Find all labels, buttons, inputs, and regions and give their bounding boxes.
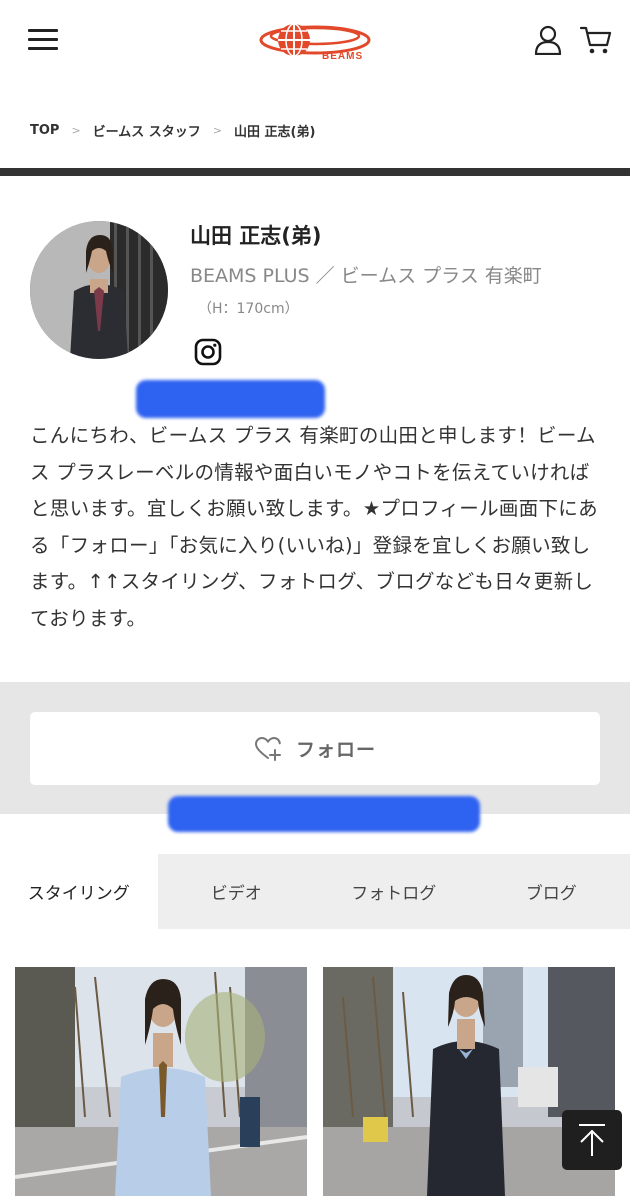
breadcrumb-staff[interactable]: ビームス スタッフ bbox=[93, 121, 201, 140]
user-icon[interactable] bbox=[533, 25, 563, 55]
breadcrumb: TOP > ビームス スタッフ > 山田 正志(弟) bbox=[30, 121, 315, 140]
hamburger-menu-icon[interactable] bbox=[28, 28, 58, 52]
follow-button[interactable]: フォロー bbox=[30, 712, 600, 785]
staff-shop: BEAMS PLUS ／ ビームス プラス 有楽町 bbox=[190, 265, 542, 287]
tab-photolog[interactable]: フォトログ bbox=[315, 854, 473, 929]
scroll-to-top-button[interactable] bbox=[562, 1110, 622, 1170]
staff-bio: こんにちわ、ビームス プラス 有楽町の山田と申します！ビームス プラスレーベルの… bbox=[30, 424, 598, 630]
breadcrumb-current: 山田 正志(弟) bbox=[234, 125, 316, 140]
section-divider bbox=[0, 168, 630, 176]
tab-blog[interactable]: ブログ bbox=[473, 854, 630, 929]
tab-video[interactable]: ビデオ bbox=[158, 854, 316, 929]
staff-name: 山田 正志(弟) bbox=[190, 224, 322, 248]
arrow-up-icon bbox=[579, 1124, 605, 1156]
heart-plus-icon bbox=[254, 736, 281, 761]
breadcrumb-top[interactable]: TOP bbox=[30, 123, 59, 138]
styling-photo[interactable] bbox=[15, 967, 307, 1196]
breadcrumb-separator: > bbox=[212, 124, 223, 137]
instagram-icon[interactable] bbox=[194, 338, 222, 366]
staff-height: （H：170cm） bbox=[198, 301, 299, 317]
breadcrumb-separator: > bbox=[71, 124, 81, 137]
redaction-mark bbox=[168, 796, 480, 832]
avatar bbox=[30, 221, 168, 359]
redaction-mark bbox=[136, 380, 325, 418]
site-header: BEAMS bbox=[0, 0, 630, 82]
tab-styling[interactable]: スタイリング bbox=[0, 854, 158, 929]
logo-text: BEAMS bbox=[322, 51, 364, 62]
content-tabs: スタイリング ビデオ フォトログ ブログ bbox=[0, 854, 630, 929]
cart-icon[interactable] bbox=[580, 25, 612, 55]
follow-label: フォロー bbox=[295, 739, 376, 761]
